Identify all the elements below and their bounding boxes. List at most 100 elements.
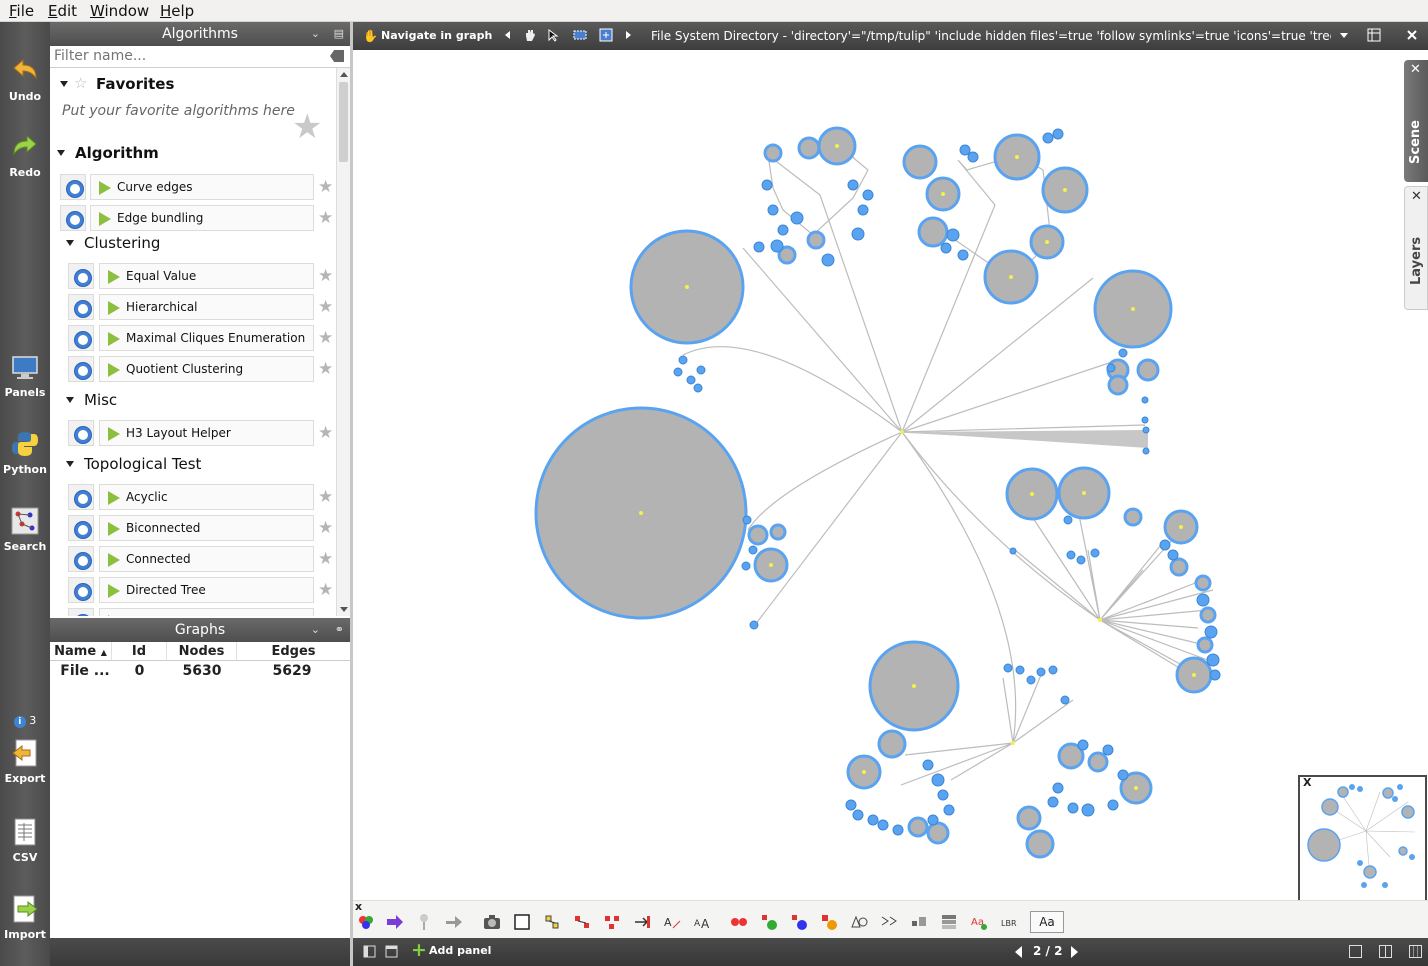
edge-color-arrow-icon[interactable]: [386, 913, 404, 931]
close-minimap-icon[interactable]: X: [1303, 776, 1311, 789]
metanode-labels-icon[interactable]: [603, 913, 621, 931]
next-page-icon[interactable]: [1071, 946, 1078, 958]
settings-gear-icon[interactable]: [68, 484, 94, 510]
graph-name-cell[interactable]: File ...: [50, 662, 120, 681]
csv-button[interactable]: CSV: [0, 817, 50, 864]
edge-color-mapping-icon[interactable]: [760, 913, 778, 931]
column-header-edges[interactable]: Edges: [237, 642, 350, 661]
settings-gear-icon[interactable]: [60, 174, 86, 200]
collapse-icon[interactable]: ⌄: [311, 618, 320, 642]
node-color-mapping-icon[interactable]: [730, 913, 748, 931]
border-color-icon[interactable]: [790, 913, 808, 931]
favorite-star-icon[interactable]: ★: [318, 177, 333, 197]
rectangle-select-icon[interactable]: [573, 28, 587, 42]
info-counter[interactable]: i 3: [0, 714, 50, 728]
add-panel-button[interactable]: Add panel: [411, 939, 491, 961]
run-equal-value-button[interactable]: Equal Value: [99, 263, 314, 289]
favorite-star-icon[interactable]: ★: [318, 359, 333, 379]
favorite-star-icon[interactable]: ★: [318, 423, 333, 443]
settings-gear-icon[interactable]: [68, 294, 94, 320]
label-position-icon[interactable]: LBR: [1000, 913, 1018, 931]
zoom-box-icon[interactable]: [599, 28, 613, 42]
import-button[interactable]: Import: [0, 894, 50, 941]
run-curve-edges-button[interactable]: Curve edges: [90, 174, 314, 200]
graph-edges-cell[interactable]: 5629: [237, 662, 347, 681]
run-biconnected-button[interactable]: Biconnected: [99, 515, 314, 541]
settings-gear-icon[interactable]: [60, 205, 86, 231]
close-view-icon[interactable]: [1405, 28, 1419, 42]
settings-gear-icon[interactable]: [68, 356, 94, 382]
run-acyclic-button[interactable]: Acyclic: [99, 484, 314, 510]
edge-shape-icon[interactable]: [445, 913, 463, 931]
scrollbar-thumb[interactable]: [339, 82, 348, 162]
search-button[interactable]: Search: [0, 506, 50, 553]
column-header-nodes[interactable]: Nodes: [167, 642, 237, 661]
algorithm-expand-icon[interactable]: [57, 150, 65, 156]
background-color-icon[interactable]: [513, 913, 531, 931]
misc-expand-icon[interactable]: [66, 397, 74, 403]
menu-edit[interactable]: Edit: [48, 2, 77, 20]
shape-mapping-icon[interactable]: [850, 913, 868, 931]
graph-nodes-cell[interactable]: 5630: [167, 662, 237, 681]
scroll-up-icon[interactable]: [340, 72, 348, 77]
column-header-name[interactable]: Name ▲: [50, 642, 112, 661]
label-size-icon[interactable]: AA: [693, 913, 711, 931]
menu-help[interactable]: Help: [160, 2, 194, 20]
favorite-star-icon[interactable]: ★: [318, 208, 333, 228]
favorite-star-icon[interactable]: ★: [318, 297, 333, 317]
overview-minimap[interactable]: X: [1298, 775, 1427, 903]
single-layout-icon[interactable]: [1349, 945, 1362, 958]
link-icon[interactable]: ⚭: [335, 618, 344, 642]
run-partial-button[interactable]: [99, 608, 314, 616]
edge-labels-icon[interactable]: [573, 913, 591, 931]
graph-canvas[interactable]: ✕ Scene ✕ Layers: [353, 50, 1428, 900]
scroll-down-icon[interactable]: [340, 607, 348, 612]
label-color-icon[interactable]: [820, 913, 838, 931]
scene-tab[interactable]: ✕ Scene: [1404, 60, 1428, 182]
color-mapping-icon[interactable]: [357, 913, 375, 931]
node-labels-icon[interactable]: [543, 913, 561, 931]
prev-tool-icon[interactable]: [501, 28, 515, 42]
size-mapping-icon[interactable]: [415, 913, 433, 931]
toggle-sidebar-icon[interactable]: [363, 945, 376, 958]
favorite-star-icon[interactable]: ★: [318, 266, 333, 286]
python-button[interactable]: Python: [0, 429, 50, 476]
edge-shape-mapping-icon[interactable]: [880, 913, 898, 931]
settings-gear-icon[interactable]: [68, 263, 94, 289]
favorite-star-icon[interactable]: ★: [318, 487, 333, 507]
favorites-expand-icon[interactable]: [60, 81, 68, 87]
detach-icon[interactable]: ▤: [334, 22, 344, 46]
close-scene-icon[interactable]: ✕: [1410, 62, 1421, 77]
clear-filter-icon[interactable]: [330, 50, 344, 62]
settings-gear-icon[interactable]: [68, 515, 94, 541]
topological-expand-icon[interactable]: [66, 461, 74, 467]
fullscreen-icon[interactable]: [385, 945, 398, 958]
hand-icon[interactable]: [523, 28, 537, 42]
size-icon[interactable]: [910, 913, 928, 931]
texture-icon[interactable]: [940, 913, 958, 931]
filter-input[interactable]: [52, 46, 322, 66]
dropdown-arrow-icon[interactable]: [1337, 28, 1351, 42]
close-layers-icon[interactable]: ✕: [1411, 189, 1422, 204]
close-toolbar-icon[interactable]: x: [355, 900, 362, 913]
settings-gear-icon[interactable]: [68, 608, 94, 616]
settings-gear-icon[interactable]: [68, 577, 94, 603]
favorite-star-icon[interactable]: ★: [318, 580, 333, 600]
layers-tab[interactable]: ✕ Layers: [1404, 186, 1428, 310]
run-maximal-cliques-button[interactable]: Maximal Cliques Enumeration: [99, 325, 314, 351]
navigate-in-graph-button[interactable]: Navigate in graph: [359, 25, 493, 47]
prev-page-icon[interactable]: [1015, 946, 1022, 958]
settings-gear-icon[interactable]: [68, 325, 94, 351]
column-header-id[interactable]: Id: [112, 642, 167, 661]
font-color-icon[interactable]: Aa: [970, 913, 988, 931]
split-layout-icon[interactable]: [1379, 945, 1392, 958]
run-directed-tree-button[interactable]: Directed Tree: [99, 577, 314, 603]
graph-id-cell[interactable]: 0: [112, 662, 167, 681]
algorithm-list-scrollbar[interactable]: [336, 68, 350, 616]
help-pointer-icon[interactable]: [547, 28, 561, 42]
graph-drawing[interactable]: [353, 50, 1428, 900]
arrows-icon[interactable]: [633, 913, 651, 931]
undo-button[interactable]: Undo: [0, 56, 50, 103]
triple-layout-icon[interactable]: [1409, 945, 1422, 958]
settings-gear-icon[interactable]: [68, 420, 94, 446]
